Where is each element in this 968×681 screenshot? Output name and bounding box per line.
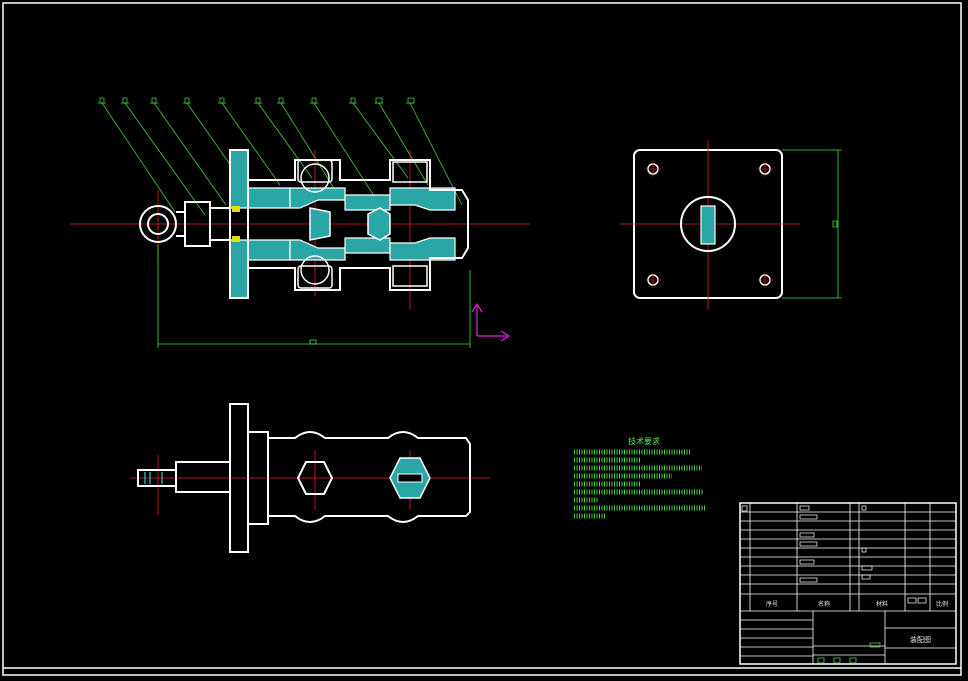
col-label-index: 序号	[766, 600, 778, 608]
title-block: 序号 名称 材料 比例 装配图	[739, 502, 957, 665]
side-view	[620, 140, 842, 310]
notes-title: 技术要求	[628, 436, 660, 446]
col-label-material: 材料	[876, 600, 888, 608]
top-outline-view	[130, 403, 490, 553]
drawing-title: 装配图	[910, 635, 931, 644]
technical-notes: 技术要求	[574, 436, 706, 519]
balloon-markers	[99, 97, 415, 104]
ucs-icon	[471, 302, 511, 342]
col-label-name: 名称	[818, 600, 830, 608]
cad-drawing-canvas: 技术要求 序号 名称 材料 比例 装配图	[2, 2, 962, 676]
centerlines	[70, 150, 530, 310]
col-label-scale: 比例	[936, 600, 948, 608]
drawing-border	[2, 2, 962, 676]
front-section-view	[70, 97, 530, 348]
